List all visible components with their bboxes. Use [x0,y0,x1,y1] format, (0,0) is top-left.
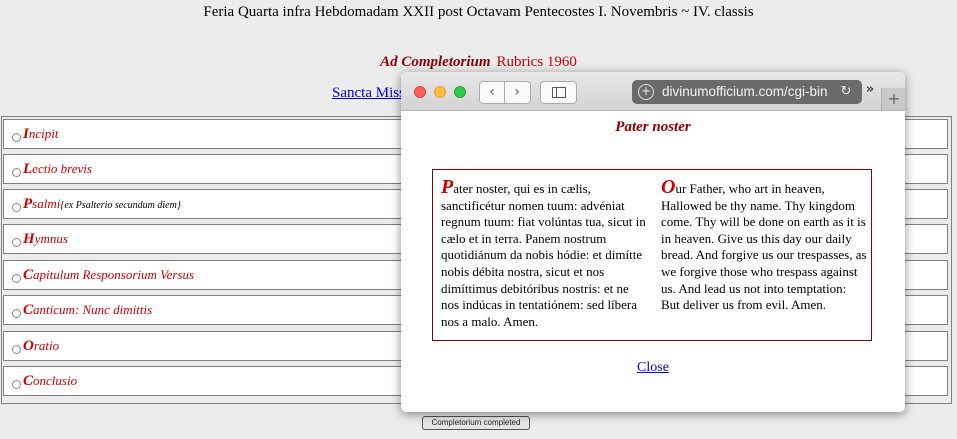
sidebar-icon [552,87,566,98]
radio-button[interactable] [12,238,21,247]
rubrics-label: Rubrics 1960 [496,54,577,70]
navigation-buttons: ‹ › [479,81,531,104]
sancta-missa-link[interactable]: Sancta Missa [332,85,412,102]
popup-window: ‹ › + divinumofficium.com/cgi-bin ↻ » + … [401,72,905,412]
hour-heading: Ad Completorium Rubrics 1960 [0,54,957,71]
section-label[interactable]: Hymnus [23,231,68,248]
back-button[interactable]: ‹ [480,82,505,103]
add-icon[interactable]: + [638,84,654,100]
radio-button[interactable] [12,380,21,389]
section-sublabel: {ex Psalterio secundum diem} [60,200,181,211]
address-url[interactable]: divinumofficium.com/cgi-bin [662,84,832,99]
page-title: Feria Quarta infra Hebdomadam XXII post … [203,4,754,20]
new-tab-button[interactable]: + [881,88,905,110]
reload-icon[interactable]: ↻ [838,82,854,102]
radio-button[interactable] [12,133,21,142]
forward-button[interactable]: › [505,82,529,103]
minimize-window-button[interactable] [434,86,446,98]
completorium-completed-button[interactable]: Completorium completed [422,416,530,430]
close-window-button[interactable] [414,86,426,98]
address-bar[interactable]: + divinumofficium.com/cgi-bin ↻ [632,80,862,104]
radio-button[interactable] [12,274,21,283]
close-link[interactable]: Close [401,360,905,376]
browser-toolbar: ‹ › + divinumofficium.com/cgi-bin ↻ » + [401,72,905,111]
hour-name: Ad Completorium [380,54,491,70]
section-label[interactable]: Capitulum Responsorium Versus [23,267,194,284]
prayer-title: Pater noster [615,119,691,135]
latin-initial: P [441,176,454,198]
latin-text: ater noster, qui es in cælis, sanctificé… [441,181,646,329]
english-initial: O [661,176,676,198]
english-text: ur Father, who art in heaven, Hallowed b… [661,181,867,313]
radio-button[interactable] [12,345,21,354]
radio-button[interactable] [12,203,21,212]
prayer-box: Pater noster, qui es in cælis, sanctific… [432,169,872,341]
section-label[interactable]: Canticum: Nunc dimittis [23,302,152,319]
latin-text-column: Pater noster, qui es in cælis, sanctific… [441,176,647,330]
english-text-column: Our Father, who art in heaven, Hallowed … [661,176,867,314]
zoom-window-button[interactable] [454,86,466,98]
section-label[interactable]: Oratio [23,338,59,355]
section-label[interactable]: Lectio brevis [23,161,92,178]
overflow-chevron-icon[interactable]: » [862,82,878,100]
sidebar-toggle-button[interactable] [540,81,577,104]
section-label[interactable]: Incipit [23,126,58,143]
radio-button[interactable] [12,309,21,318]
radio-button[interactable] [12,168,21,177]
section-label[interactable]: Conclusio [23,373,77,390]
section-label[interactable]: Psalmi{ex Psalterio secundum diem} [23,196,181,213]
